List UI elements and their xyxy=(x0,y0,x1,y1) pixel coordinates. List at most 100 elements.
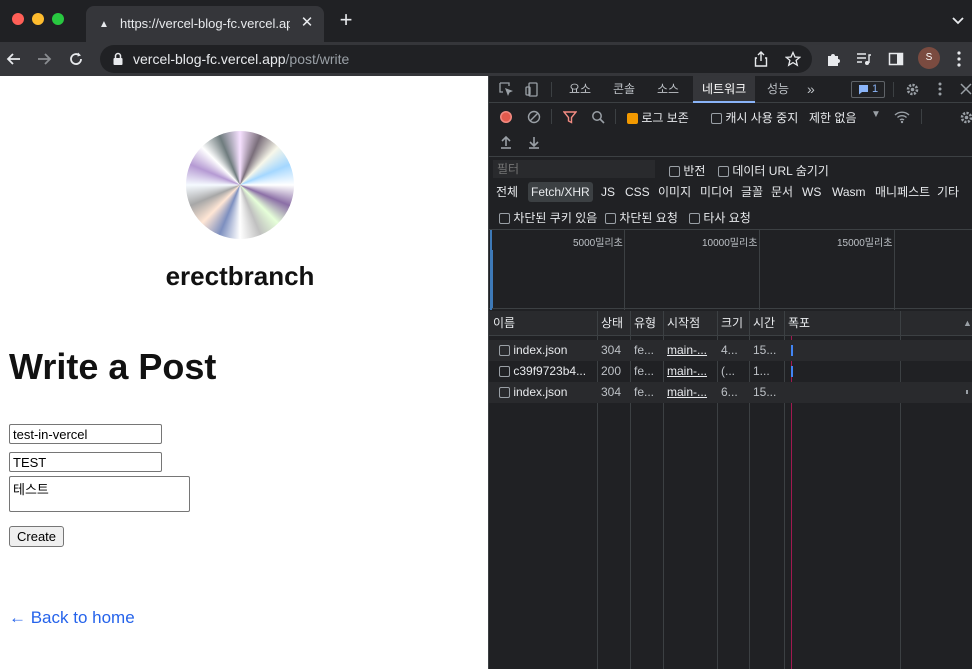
column-header-type[interactable]: 유형 xyxy=(630,311,663,336)
type-filter-wasm[interactable]: Wasm xyxy=(829,182,869,202)
settings-gear-icon[interactable] xyxy=(903,80,921,98)
media-playlist-icon[interactable] xyxy=(854,49,874,69)
tab-network[interactable]: 네트워크 xyxy=(693,76,756,103)
blocked-cookies-label: 차단된 쿠키 있음 xyxy=(513,211,598,225)
table-row[interactable]: c39f9723b4... 200 fe... main-... (... 1.… xyxy=(489,361,972,382)
extensions-puzzle-icon[interactable] xyxy=(824,49,844,69)
third-party-checkbox[interactable]: 타사 요청 xyxy=(689,209,751,226)
column-header-initiator[interactable]: 시작점 xyxy=(663,311,717,336)
column-header-size[interactable]: 크기 xyxy=(717,311,749,336)
third-party-label: 타사 요청 xyxy=(703,211,751,225)
back-arrow-icon[interactable] xyxy=(4,49,24,69)
back-to-home-link[interactable]: ← Back to home xyxy=(9,608,135,628)
row-name: index.json xyxy=(513,343,568,357)
inspect-element-icon[interactable] xyxy=(497,80,515,98)
throttle-dropdown-icon[interactable]: ▼ xyxy=(871,109,881,120)
type-filter-css[interactable]: CSS xyxy=(622,182,653,202)
network-conditions-wifi-icon[interactable] xyxy=(893,108,911,126)
reload-icon[interactable] xyxy=(66,49,86,69)
disable-cache-check[interactable] xyxy=(711,113,722,125)
third-party-check[interactable] xyxy=(689,213,700,225)
row-checkbox[interactable] xyxy=(499,345,510,357)
browser-menu-icon[interactable] xyxy=(952,50,966,68)
device-toolbar-icon[interactable] xyxy=(523,80,541,98)
type-filter-docs[interactable]: 문서 xyxy=(768,182,796,202)
type-filter-ws[interactable]: WS xyxy=(799,182,824,202)
slug-input[interactable] xyxy=(9,424,162,444)
tab-console[interactable]: 콘솔 xyxy=(607,76,641,103)
invert-check[interactable] xyxy=(669,166,680,178)
more-tabs-chevron-icon[interactable]: » xyxy=(801,76,821,103)
type-filter-manifest[interactable]: 매니페스트 xyxy=(872,182,933,202)
tab-performance[interactable]: 성능 xyxy=(761,76,795,103)
page-title: Write a Post xyxy=(9,346,217,387)
invert-checkbox[interactable]: 반전 xyxy=(669,162,705,179)
forward-arrow-icon[interactable] xyxy=(34,49,54,69)
title-input[interactable] xyxy=(9,452,162,472)
tab-close-icon[interactable]: ✕ xyxy=(298,14,316,32)
column-header-waterfall[interactable]: 폭포 xyxy=(784,311,954,336)
lock-icon[interactable] xyxy=(112,52,124,66)
row-type: fe... xyxy=(634,385,655,399)
type-filter-media[interactable]: 미디어 xyxy=(697,182,736,202)
preserve-log-checkbox[interactable]: 로그 보존 xyxy=(627,109,689,126)
chevron-down-icon[interactable] xyxy=(950,12,966,28)
row-checkbox[interactable] xyxy=(499,366,510,378)
type-filter-images[interactable]: 이미지 xyxy=(655,182,694,202)
row-initiator-link[interactable]: main-... xyxy=(663,382,717,403)
blocked-requests-check[interactable] xyxy=(605,213,616,225)
close-devtools-icon[interactable] xyxy=(957,80,972,98)
type-filter-other[interactable]: 기타 xyxy=(934,182,962,202)
body-textarea[interactable]: 테스트 xyxy=(9,476,190,512)
devtools-menu-icon[interactable] xyxy=(931,80,949,98)
share-icon[interactable] xyxy=(752,50,770,68)
address-bar[interactable]: vercel-blog-fc.vercel.app/post/write xyxy=(100,45,812,73)
type-filter-fetch-xhr[interactable]: Fetch/XHR xyxy=(528,182,593,202)
close-window-button[interactable] xyxy=(12,13,24,25)
type-filter-all[interactable]: 전체 xyxy=(493,182,521,202)
type-filter-js[interactable]: JS xyxy=(598,182,618,202)
filter-funnel-icon[interactable] xyxy=(561,108,579,126)
new-tab-button[interactable]: + xyxy=(336,9,356,31)
network-settings-gear-icon[interactable] xyxy=(957,108,972,126)
browser-tab-bar: ▲ https://vercel-blog-fc.vercel.app ✕ + xyxy=(0,0,972,42)
disable-cache-checkbox[interactable]: 캐시 사용 중지 xyxy=(711,109,798,126)
message-icon xyxy=(859,85,868,95)
network-overview-timeline[interactable]: 5000밀리초 10000밀리초 15000밀리초 xyxy=(489,229,972,310)
table-row[interactable]: index.json 304 fe... main-... 6... 15... xyxy=(489,382,972,403)
import-har-icon[interactable] xyxy=(497,133,515,151)
column-header-status[interactable]: 상태 xyxy=(597,311,630,336)
blocked-cookies-check[interactable] xyxy=(499,213,510,225)
hide-data-urls-checkbox[interactable]: 데이터 URL 숨기기 xyxy=(718,162,829,179)
profile-avatar[interactable]: S xyxy=(918,47,940,69)
row-checkbox[interactable] xyxy=(499,387,510,399)
tab-elements[interactable]: 요소 xyxy=(563,76,597,103)
create-button[interactable]: Create xyxy=(9,526,65,547)
type-filter-fonts[interactable]: 글꼴 xyxy=(738,182,766,202)
row-initiator-link[interactable]: main-... xyxy=(663,361,717,382)
row-size: 4... xyxy=(721,343,738,357)
issues-badge[interactable]: 1 xyxy=(851,81,886,98)
row-initiator-link[interactable]: main-... xyxy=(663,340,717,361)
bookmark-star-icon[interactable] xyxy=(784,50,802,68)
export-har-icon[interactable] xyxy=(525,133,543,151)
search-icon[interactable] xyxy=(589,108,607,126)
column-header-name[interactable]: 이름 xyxy=(489,311,597,336)
hide-data-urls-check[interactable] xyxy=(718,166,729,178)
invert-label: 반전 xyxy=(683,164,706,178)
sort-ascending-icon[interactable]: ▲ xyxy=(959,311,972,336)
throttle-select[interactable]: 제한 없음 xyxy=(809,109,857,126)
blocked-cookies-checkbox[interactable]: 차단된 쿠키 있음 xyxy=(499,209,597,226)
record-icon[interactable] xyxy=(497,108,515,126)
column-header-time[interactable]: 시간 xyxy=(749,311,784,336)
side-panel-icon[interactable] xyxy=(886,49,906,69)
filter-input[interactable] xyxy=(493,160,655,178)
preserve-log-check[interactable] xyxy=(627,113,638,125)
maximize-window-button[interactable] xyxy=(52,13,64,25)
blocked-requests-checkbox[interactable]: 차단된 요청 xyxy=(605,209,678,226)
browser-tab[interactable]: ▲ https://vercel-blog-fc.vercel.app ✕ xyxy=(86,6,324,42)
table-row[interactable]: index.json 304 fe... main-... 4... 15... xyxy=(489,340,972,361)
minimize-window-button[interactable] xyxy=(32,13,44,25)
clear-icon[interactable] xyxy=(525,108,543,126)
tab-sources[interactable]: 소스 xyxy=(651,76,685,103)
